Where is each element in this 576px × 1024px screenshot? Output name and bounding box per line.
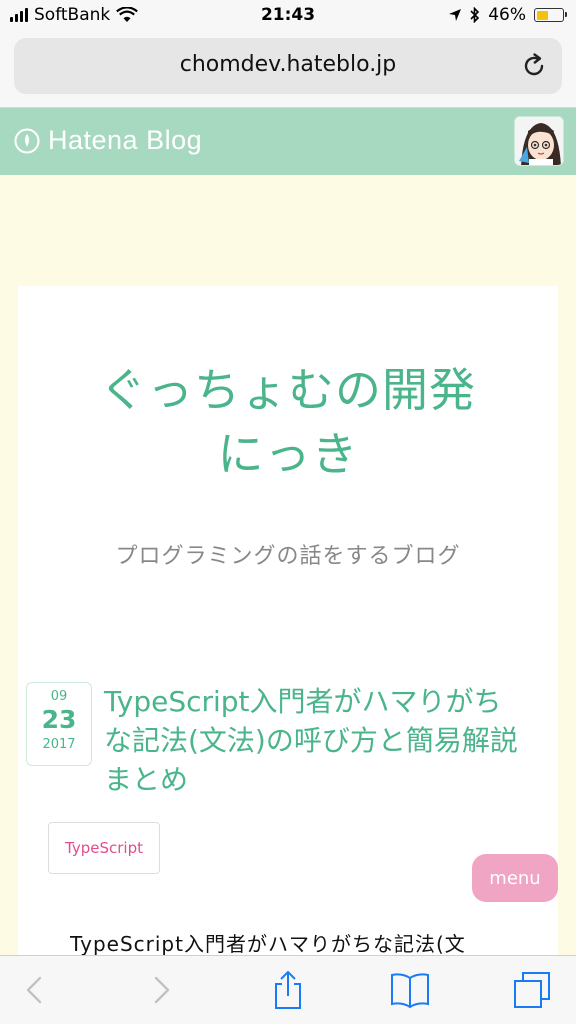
blog-title-line2: にっき xyxy=(217,427,359,481)
category-tag[interactable]: TypeScript xyxy=(48,822,160,874)
chevron-right-icon xyxy=(154,976,170,1004)
blog-title[interactable]: ぐっちょむの開発 にっき xyxy=(18,358,558,486)
back-button[interactable] xyxy=(14,970,54,1010)
browser-address-area: chomdev.hateblo.jp xyxy=(0,32,576,108)
hatena-blog-header: Hatena Blog xyxy=(0,108,576,175)
share-button[interactable] xyxy=(268,970,308,1010)
entry-date-year: 2017 xyxy=(42,737,76,752)
entry-date[interactable]: 09 23 2017 xyxy=(26,682,92,766)
battery-fill xyxy=(536,10,548,20)
status-right: 46% xyxy=(448,5,567,25)
entry-date-day: 23 xyxy=(41,705,77,734)
hatena-pen-icon xyxy=(14,128,40,153)
hatena-blog-logo[interactable]: Hatena Blog xyxy=(14,125,202,156)
logo-text: Hatena Blog xyxy=(48,125,203,155)
entry-excerpt: TypeScript入門者がハマりがちな記法(文 xyxy=(70,932,466,956)
bookmarks-button[interactable] xyxy=(390,970,430,1010)
avatar-illustration xyxy=(515,117,563,165)
status-bar: SoftBank 21:43 46% xyxy=(0,0,576,32)
url-text[interactable]: chomdev.hateblo.jp xyxy=(14,52,562,77)
entry-title-link[interactable]: TypeScript入門者がハマりがちな記法(文法)の呼び方と簡易解説まとめ xyxy=(104,682,524,799)
user-avatar[interactable] xyxy=(514,116,564,166)
battery-percent: 46% xyxy=(488,5,526,25)
tabs-icon xyxy=(514,972,550,1008)
battery-icon xyxy=(534,8,567,22)
chevron-left-icon xyxy=(26,976,42,1004)
bluetooth-icon xyxy=(470,7,480,23)
location-arrow-icon xyxy=(449,9,462,21)
blog-title-line1: ぐっちょむの開発 xyxy=(100,363,476,417)
share-icon xyxy=(275,970,301,1009)
forward-button[interactable] xyxy=(142,970,182,1010)
menu-button[interactable]: menu xyxy=(472,854,558,902)
reload-icon[interactable] xyxy=(520,52,548,80)
address-bar[interactable]: chomdev.hateblo.jp xyxy=(14,38,562,94)
tabs-button[interactable] xyxy=(512,970,552,1010)
entry-date-month: 09 xyxy=(50,689,68,704)
browser-toolbar xyxy=(0,955,576,1024)
blog-description: プログラミングの話をするブログ xyxy=(115,544,461,569)
book-icon xyxy=(391,973,429,1008)
